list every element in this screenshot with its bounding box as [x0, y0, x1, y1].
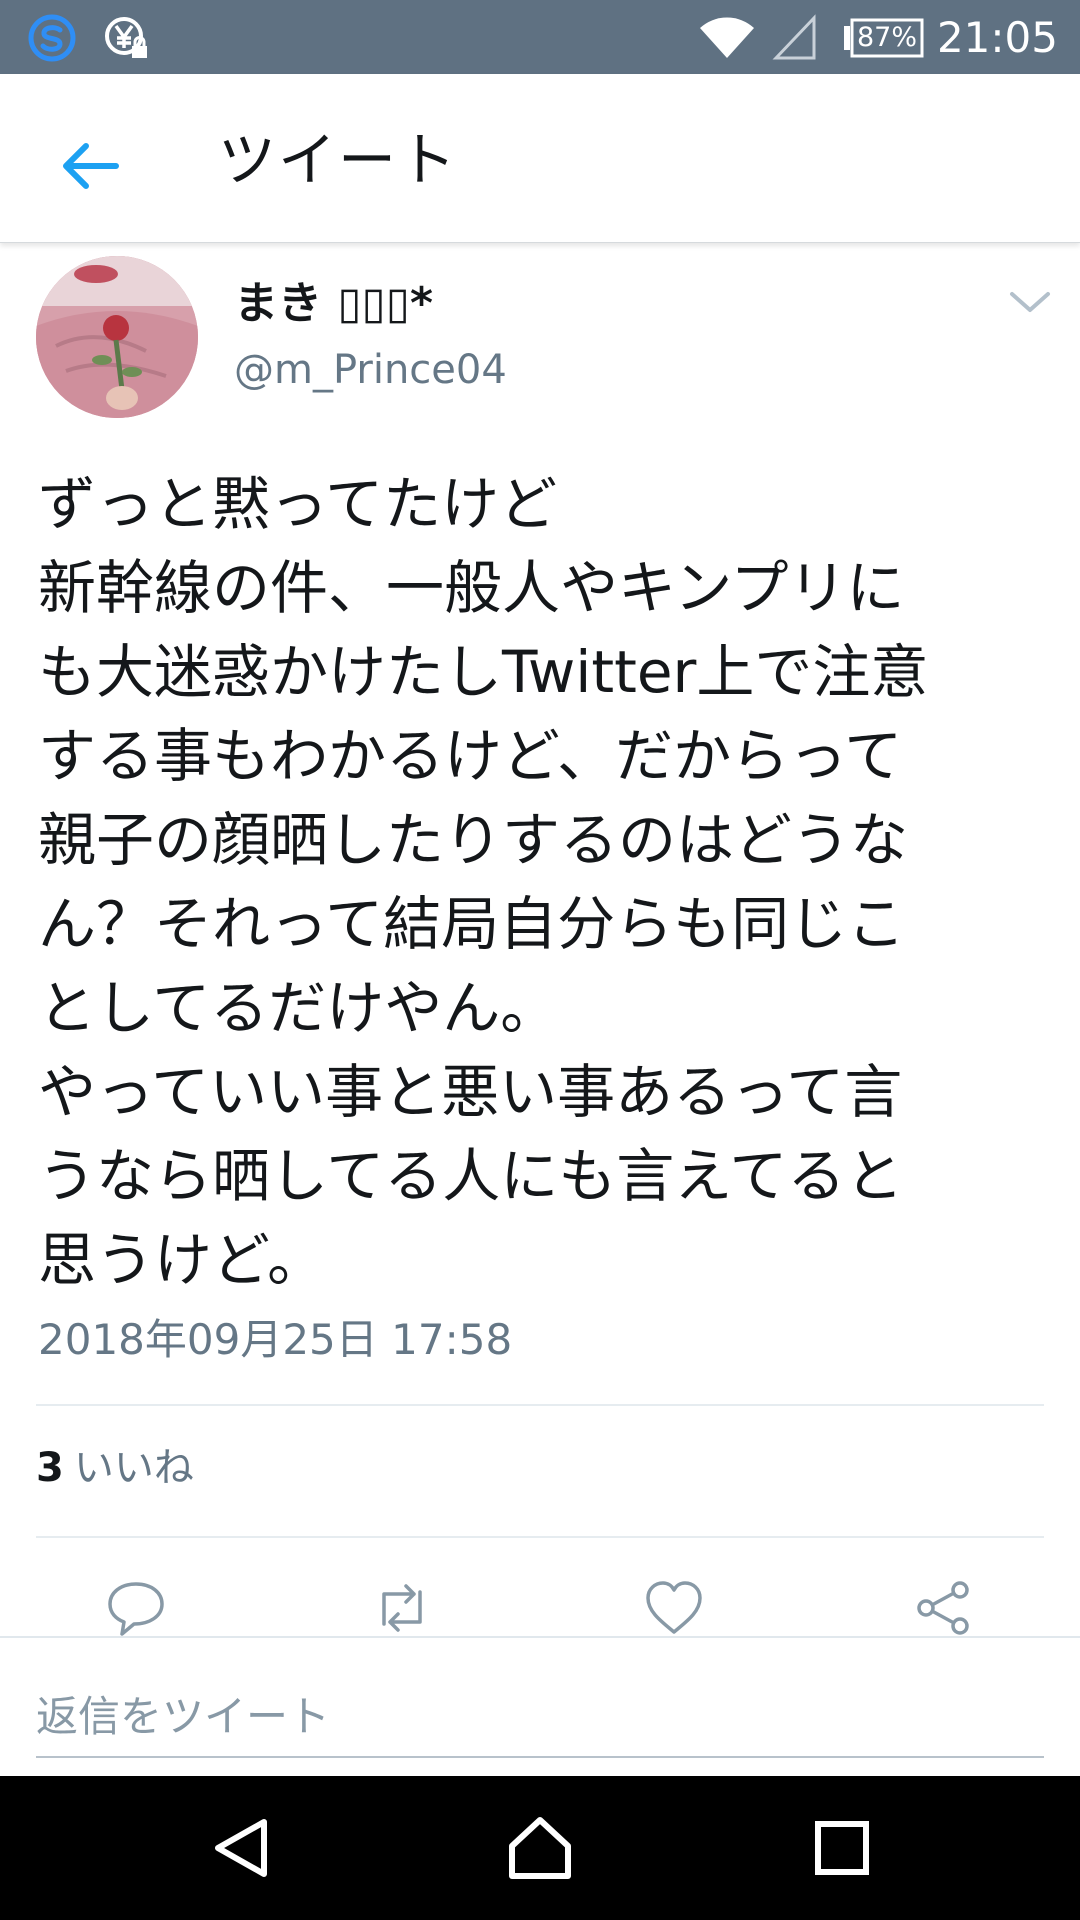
tweet-line: うなら晒してる人にも言えてると	[38, 1142, 904, 1210]
tweet-line: 親子の顔晒したりするのはどうな	[38, 806, 909, 874]
reply-input[interactable]	[36, 1676, 1044, 1758]
tweet-line: 思うけど。	[38, 1226, 326, 1294]
tweet-line: 新幹線の件、一般人やキンプリに	[38, 554, 905, 622]
yen-lock-icon	[105, 17, 147, 58]
retweet-icon[interactable]	[372, 1580, 432, 1636]
status-bar: 87% 21:05	[0, 0, 1080, 74]
back-triangle-icon[interactable]	[206, 1812, 278, 1884]
likes-count: 3	[36, 1445, 64, 1491]
likes-label: いいね	[73, 1445, 194, 1491]
wifi-icon	[700, 17, 754, 58]
s-app-icon	[28, 14, 76, 62]
display-name[interactable]: まき ▯▯▯*	[234, 276, 433, 332]
tweet-line: としてるだけやん。	[38, 974, 559, 1042]
system-nav-bar	[0, 1776, 1080, 1920]
tweet-line: も大迷惑かけたしTwitter上で注意	[38, 638, 929, 706]
recents-icon[interactable]	[806, 1812, 878, 1884]
reply-bar	[0, 1636, 1080, 1778]
share-icon[interactable]	[914, 1580, 974, 1636]
avatar[interactable]	[36, 256, 198, 418]
signal-icon	[772, 14, 816, 60]
arrow-left-icon[interactable]	[50, 126, 130, 206]
user-handle[interactable]: @m_Prince04	[234, 344, 507, 396]
likes-summary[interactable]: 3 いいね	[36, 1440, 194, 1496]
tweet-line: ん？それって結局自分らも同じこ	[38, 890, 906, 958]
tweet-line: ずっと黙ってたけど	[38, 470, 558, 538]
home-icon[interactable]	[504, 1812, 576, 1884]
tweet-line: する事もわかるけど、だからって	[38, 722, 903, 790]
battery-percent: 87%	[857, 22, 918, 53]
reply-icon[interactable]	[106, 1580, 166, 1636]
tweet-timestamp[interactable]: 2018年09月25日 17:58	[38, 1312, 512, 1368]
tweet-line: やっていい事と悪い事あるって言	[38, 1058, 903, 1126]
app-bar: ツイート	[0, 74, 1080, 243]
clock: 21:05	[936, 13, 1058, 62]
like-icon[interactable]	[644, 1580, 704, 1636]
avatar-image	[36, 256, 198, 418]
tweet-text: ずっと黙ってたけど 新幹線の件、一般人やキンプリに も大迷惑かけたしTwitte…	[38, 462, 1048, 1302]
chevron-down-icon[interactable]	[1004, 282, 1056, 322]
divider	[36, 1536, 1044, 1538]
divider	[36, 1404, 1044, 1406]
page-title: ツイート	[218, 126, 459, 194]
